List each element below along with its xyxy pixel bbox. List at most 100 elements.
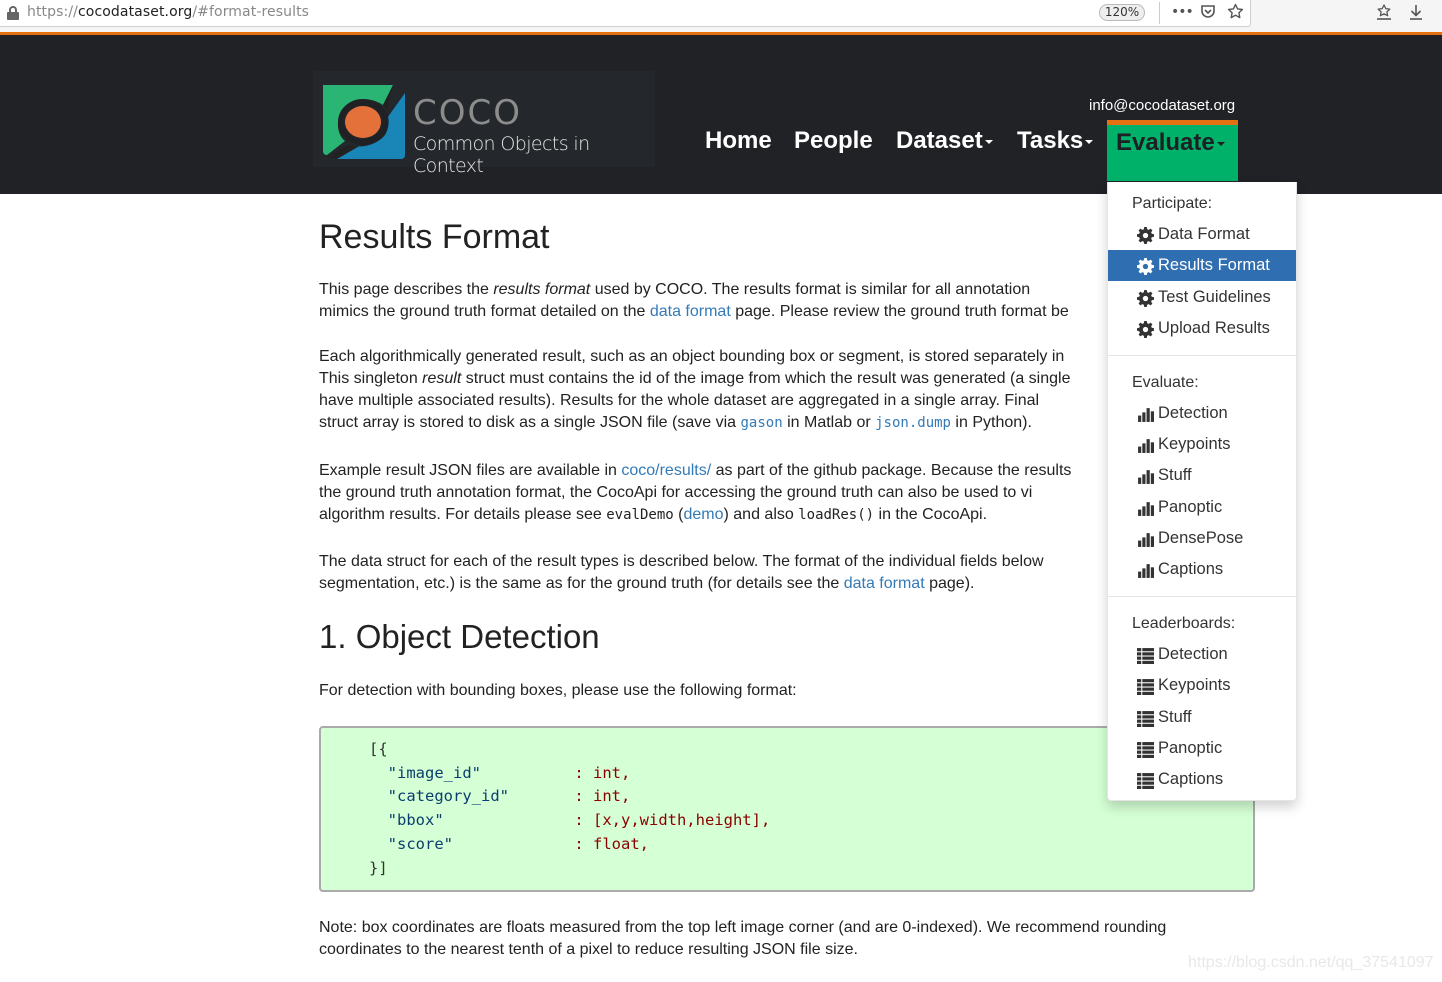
nav-home[interactable]: Home [705,127,772,155]
dropdown-header-evaluate: Evaluate: [1132,374,1199,391]
pocket-icon[interactable] [1200,3,1216,23]
toolbar-divider [1159,2,1160,24]
menu-item-eval-keypoints[interactable]: Keypoints [1108,429,1296,460]
menu-item-label: DensePose [1158,529,1244,547]
contact-email-link[interactable]: info@cocodataset.org [1089,97,1235,114]
data-format-link-2[interactable]: data format [844,575,925,592]
list-icon [1137,648,1154,664]
json-dump-link[interactable]: json.dump [875,415,951,431]
menu-item-label: Detection [1158,404,1228,422]
evaluate-dropdown-menu: Participate: Data Format Results Format … [1107,182,1297,801]
chevron-down-icon [1216,141,1225,146]
menu-item-lb-panoptic[interactable]: Panoptic [1108,733,1296,764]
bar-chart-icon [1138,470,1154,484]
evaldemo-code: evalDemo [606,507,674,523]
menu-item-label: Stuff [1158,466,1192,484]
bar-chart-icon [1138,564,1154,578]
loadres-code: loadRes() [798,507,875,523]
menu-item-label: Captions [1158,770,1224,788]
menu-item-lb-keypoints[interactable]: Keypoints [1108,670,1296,701]
chevron-down-icon [984,139,993,144]
menu-item-label: Panoptic [1158,739,1223,757]
menu-item-label: Captions [1158,560,1224,578]
nav-tasks[interactable]: Tasks [1017,127,1094,155]
code-value: : int, [574,787,631,806]
demo-link[interactable]: demo [683,506,723,523]
dropdown-divider [1108,596,1296,597]
bar-chart-icon [1138,439,1154,453]
menu-item-label: Data Format [1158,225,1250,243]
menu-item-eval-stuff[interactable]: Stuff [1108,460,1296,491]
menu-item-eval-panoptic[interactable]: Panoptic [1108,492,1296,523]
menu-item-label: Panoptic [1158,498,1223,516]
code-value: : [x,y,width,height], [574,811,771,830]
bbox-note-paragraph: Note: box coordinates are floats measure… [319,919,1167,958]
coco-logo-icon [323,85,405,159]
lock-icon[interactable] [7,6,19,20]
dropdown-header-leaderboards: Leaderboards: [1132,615,1236,632]
nav-evaluate[interactable]: Evaluate [1107,120,1238,181]
logo-title: COCO [413,93,523,133]
coco-logo[interactable]: COCO Common Objects in Context [313,71,655,177]
menu-item-label: Keypoints [1158,676,1231,694]
menu-item-lb-stuff[interactable]: Stuff [1108,702,1296,733]
nav-tasks-label: Tasks [1017,127,1084,154]
nav-people[interactable]: People [794,127,873,155]
code-key: "score" [387,834,453,853]
list-icon [1137,711,1154,727]
section-title-object-detection: 1. Object Detection [319,618,600,655]
menu-item-data-format[interactable]: Data Format [1108,219,1296,250]
gason-link[interactable]: gason [740,415,782,431]
browser-toolbar: https://cocodataset.org/#format-results … [0,0,1442,32]
watermark: https://blog.csdn.net/qq_37541097 [1188,954,1434,971]
code-key: "bbox" [387,811,444,830]
gear-icon [1137,321,1154,338]
menu-item-upload-results[interactable]: Upload Results [1108,313,1296,344]
menu-item-label: Stuff [1158,708,1192,726]
url-bar[interactable]: https://cocodataset.org/#format-results … [0,0,1251,27]
url-text[interactable]: https://cocodataset.org/#format-results [27,4,309,20]
menu-item-label: Results Format [1158,256,1270,274]
code-value: : int, [574,763,631,782]
list-icon [1137,773,1154,789]
list-icon [1137,679,1154,695]
site-header: COCO Common Objects in Context info@coco… [0,35,1442,194]
logo-tagline: Common Objects in Context [413,133,590,177]
menu-item-lb-detection[interactable]: Detection [1108,639,1296,670]
nav-dataset[interactable]: Dataset [896,127,993,155]
dropdown-divider [1108,355,1296,356]
data-format-link[interactable]: data format [650,303,731,320]
bar-chart-icon [1138,502,1154,516]
more-actions-icon[interactable]: ••• [1171,3,1194,21]
menu-item-label: Detection [1158,645,1228,663]
dropdown-header-participate: Participate: [1132,195,1213,212]
download-icon[interactable] [1407,3,1425,25]
bar-chart-icon [1138,533,1154,547]
code-close: }] [369,858,388,877]
bar-chart-icon [1138,408,1154,422]
gear-icon [1137,227,1154,244]
menu-item-eval-detection[interactable]: Detection [1108,398,1296,429]
bookmark-star-icon[interactable] [1227,3,1244,24]
code-value: : float, [574,834,649,853]
menu-item-test-guidelines[interactable]: Test Guidelines [1108,282,1296,313]
nav-evaluate-label: Evaluate [1116,129,1215,156]
menu-item-eval-captions[interactable]: Captions [1108,554,1296,585]
menu-item-label: Test Guidelines [1158,288,1271,306]
menu-item-lb-captions[interactable]: Captions [1108,764,1296,795]
menu-item-eval-densepose[interactable]: DensePose [1108,523,1296,554]
code-key: "category_id" [387,787,509,806]
gear-icon [1137,290,1154,307]
menu-item-label: Keypoints [1158,435,1231,453]
menu-item-results-format[interactable]: Results Format [1108,250,1296,281]
code-open: [{ [369,740,388,758]
code-key: "image_id" [387,763,481,782]
chevron-down-icon [1085,139,1094,144]
gear-icon [1137,258,1154,275]
library-icon[interactable] [1375,3,1393,25]
coco-results-link[interactable]: coco/results/ [621,462,711,479]
list-icon [1137,742,1154,758]
zoom-level-badge[interactable]: 120% [1099,4,1145,21]
nav-dataset-label: Dataset [896,127,983,154]
menu-item-label: Upload Results [1158,319,1270,337]
